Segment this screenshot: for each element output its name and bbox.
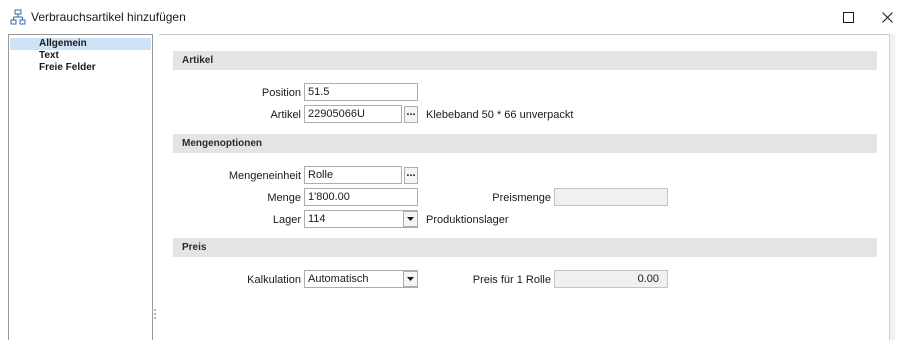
section-header-artikel: Artikel <box>173 51 877 70</box>
preismenge-field <box>554 188 668 206</box>
close-button[interactable] <box>870 0 904 34</box>
nav-item-allgemein[interactable]: Allgemein <box>10 38 151 50</box>
section-title: Artikel <box>182 55 214 66</box>
window-title: Verbrauchsartikel hinzufügen <box>31 10 186 24</box>
nav-item-text[interactable]: Text <box>9 50 152 62</box>
artikel-label: Artikel <box>270 109 301 121</box>
section-title: Preis <box>182 242 207 253</box>
lager-description: Produktionslager <box>426 214 509 226</box>
menge-field[interactable]: 1'800.00 <box>304 188 418 206</box>
chevron-down-icon <box>407 277 414 281</box>
artikel-description: Klebeband 50 * 66 unverpackt <box>426 109 574 121</box>
kalkulation-select[interactable]: Automatisch <box>304 270 418 288</box>
section-header-mengenoptionen: Mengenoptionen <box>173 134 877 153</box>
lager-select[interactable]: 114 <box>304 210 418 228</box>
menge-label: Menge <box>267 192 301 204</box>
position-field[interactable]: 51.5 <box>304 83 418 101</box>
artikel-browse-button[interactable]: ... <box>404 106 418 123</box>
mengeneinheit-label: Mengeneinheit <box>228 170 301 182</box>
maximize-icon <box>842 11 854 23</box>
close-icon <box>881 11 893 23</box>
artikel-field[interactable]: 22905066U <box>304 105 402 123</box>
lager-dropdown-button[interactable] <box>403 211 418 227</box>
hierarchy-icon <box>10 9 26 25</box>
chevron-down-icon <box>407 217 414 221</box>
mengeneinheit-browse-button[interactable]: ... <box>404 167 418 184</box>
dialog-client: Allgemein Text Freie Felder Artikel Posi… <box>8 34 895 341</box>
mengeneinheit-field[interactable]: Rolle <box>304 166 402 184</box>
title-bar: Verbrauchsartikel hinzufügen <box>0 0 904 34</box>
maximize-button[interactable] <box>826 0 870 34</box>
preismenge-label: Preismenge <box>492 192 551 204</box>
kalkulation-label: Kalkulation <box>247 274 301 286</box>
section-title: Mengenoptionen <box>182 138 262 149</box>
nav-list: Allgemein Text Freie Felder <box>8 34 153 340</box>
preis-field: 0.00 <box>554 270 668 288</box>
section-header-preis: Preis <box>173 238 877 257</box>
vertical-scrollbar[interactable] <box>889 34 895 340</box>
preis-label: Preis für 1 Rolle <box>472 274 551 286</box>
form-content: Artikel Position 51.5 Artikel 22905066U … <box>159 34 889 341</box>
nav-item-freie-felder[interactable]: Freie Felder <box>9 62 152 74</box>
position-label: Position <box>261 87 301 99</box>
lager-label: Lager <box>272 214 301 226</box>
kalkulation-dropdown-button[interactable] <box>403 271 418 287</box>
